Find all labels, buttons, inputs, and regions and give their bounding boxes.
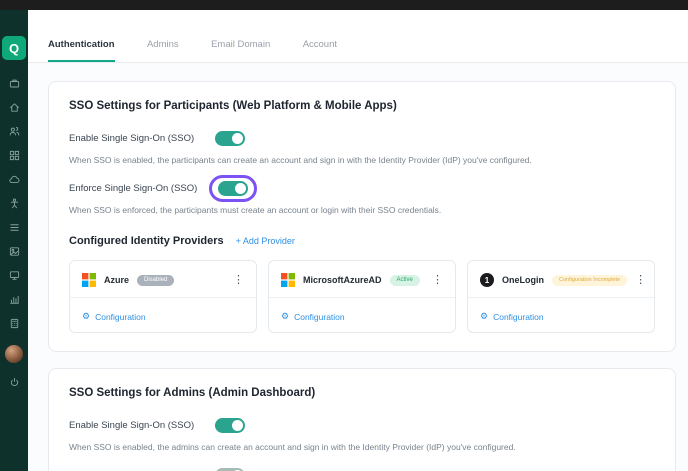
tab-admins[interactable]: Admins bbox=[147, 39, 179, 62]
enable-sso-description: When SSO is enabled, the admins can crea… bbox=[69, 442, 655, 452]
toggle-knob bbox=[232, 133, 243, 144]
provider-card-microsoftazuread: MicrosoftAzureAD Active ⋮ ⚙ Configuration bbox=[268, 260, 456, 333]
onelogin-logo-icon: 1 bbox=[480, 273, 494, 287]
enforce-sso-toggle[interactable] bbox=[218, 181, 248, 196]
tab-authentication[interactable]: Authentication bbox=[48, 39, 115, 62]
home-icon[interactable] bbox=[9, 102, 20, 113]
tab-bar: Authentication Admins Email Domain Accou… bbox=[28, 10, 688, 63]
gear-icon: ⚙ bbox=[281, 312, 289, 321]
list-icon[interactable] bbox=[9, 222, 20, 233]
provider-name: MicrosoftAzureAD bbox=[303, 275, 382, 285]
enforce-sso-label: Enforce Single Sign-On (SSO) bbox=[69, 183, 207, 194]
configuration-link[interactable]: ⚙ Configuration bbox=[480, 312, 544, 322]
enable-sso-toggle[interactable] bbox=[215, 418, 245, 433]
toggle-knob bbox=[232, 420, 243, 431]
participants-panel-title: SSO Settings for Participants (Web Platf… bbox=[69, 100, 655, 112]
sidebar: Q bbox=[0, 10, 28, 471]
admins-panel-title: SSO Settings for Admins (Admin Dashboard… bbox=[69, 387, 655, 399]
providers-header: Configured Identity Providers + Add Prov… bbox=[69, 235, 655, 247]
apps-grid-icon[interactable] bbox=[9, 150, 20, 161]
enable-sso-row: Enable Single Sign-On (SSO) bbox=[69, 417, 655, 434]
enable-sso-row: Enable Single Sign-On (SSO) bbox=[69, 130, 655, 147]
enforce-sso-row: Enforce Single Sign-On (SSO) bbox=[69, 180, 655, 197]
enable-sso-toggle[interactable] bbox=[215, 131, 245, 146]
kebab-menu-icon[interactable]: ⋮ bbox=[432, 275, 443, 286]
status-badge: Disabled bbox=[137, 275, 174, 286]
participant-icon[interactable] bbox=[9, 198, 20, 209]
content-area: SSO Settings for Participants (Web Platf… bbox=[28, 63, 688, 471]
configuration-link[interactable]: ⚙ Configuration bbox=[281, 312, 345, 322]
enforce-sso-description: When SSO is enforced, the participants m… bbox=[69, 205, 655, 215]
users-icon[interactable] bbox=[9, 126, 20, 137]
enable-sso-label: Enable Single Sign-On (SSO) bbox=[69, 420, 207, 431]
provider-card-azure: Azure Disabled ⋮ ⚙ Configuration bbox=[69, 260, 257, 333]
providers-title: Configured Identity Providers bbox=[69, 235, 224, 247]
participants-sso-panel: SSO Settings for Participants (Web Platf… bbox=[48, 81, 676, 352]
main-area: Authentication Admins Email Domain Accou… bbox=[28, 10, 688, 471]
provider-card-onelogin: 1 OneLogin Configuration Incomplete ⋮ ⚙ C… bbox=[467, 260, 655, 333]
briefcase-icon[interactable] bbox=[9, 78, 20, 89]
annotation-highlight bbox=[209, 175, 257, 202]
kebab-menu-icon[interactable]: ⋮ bbox=[233, 275, 244, 286]
avatar[interactable] bbox=[5, 345, 23, 363]
configuration-label: Configuration bbox=[95, 312, 146, 322]
enable-sso-description: When SSO is enabled, the participants ca… bbox=[69, 155, 655, 165]
configuration-label: Configuration bbox=[294, 312, 345, 322]
tab-email-domain[interactable]: Email Domain bbox=[211, 39, 270, 62]
cloud-icon[interactable] bbox=[9, 174, 20, 185]
app-logo[interactable]: Q bbox=[2, 36, 26, 60]
configuration-link[interactable]: ⚙ Configuration bbox=[82, 312, 146, 322]
add-provider-button[interactable]: + Add Provider bbox=[236, 236, 295, 246]
kebab-menu-icon[interactable]: ⋮ bbox=[635, 275, 646, 286]
provider-name: OneLogin bbox=[502, 275, 544, 285]
microsoft-logo-icon bbox=[82, 273, 96, 287]
board-icon[interactable] bbox=[9, 270, 20, 281]
analytics-icon[interactable] bbox=[9, 294, 20, 305]
admins-sso-panel: SSO Settings for Admins (Admin Dashboard… bbox=[48, 368, 676, 471]
microsoft-logo-icon bbox=[281, 273, 295, 287]
gear-icon: ⚙ bbox=[480, 312, 488, 321]
top-bar bbox=[0, 0, 688, 10]
tab-account[interactable]: Account bbox=[303, 39, 337, 62]
status-badge: Active bbox=[390, 275, 420, 286]
sidebar-nav bbox=[9, 78, 20, 329]
media-icon[interactable] bbox=[9, 246, 20, 257]
gear-icon: ⚙ bbox=[82, 312, 90, 321]
calculator-icon[interactable] bbox=[9, 318, 20, 329]
toggle-knob bbox=[235, 183, 246, 194]
enforce-sso-row: Enforce Single Sign-On (SSO) bbox=[69, 467, 655, 471]
configuration-label: Configuration bbox=[493, 312, 544, 322]
provider-name: Azure bbox=[104, 275, 129, 285]
enable-sso-label: Enable Single Sign-On (SSO) bbox=[69, 133, 207, 144]
power-icon[interactable] bbox=[9, 377, 20, 388]
provider-cards: Azure Disabled ⋮ ⚙ Configuration Microsof… bbox=[69, 260, 655, 333]
status-badge: Configuration Incomplete bbox=[552, 275, 627, 286]
